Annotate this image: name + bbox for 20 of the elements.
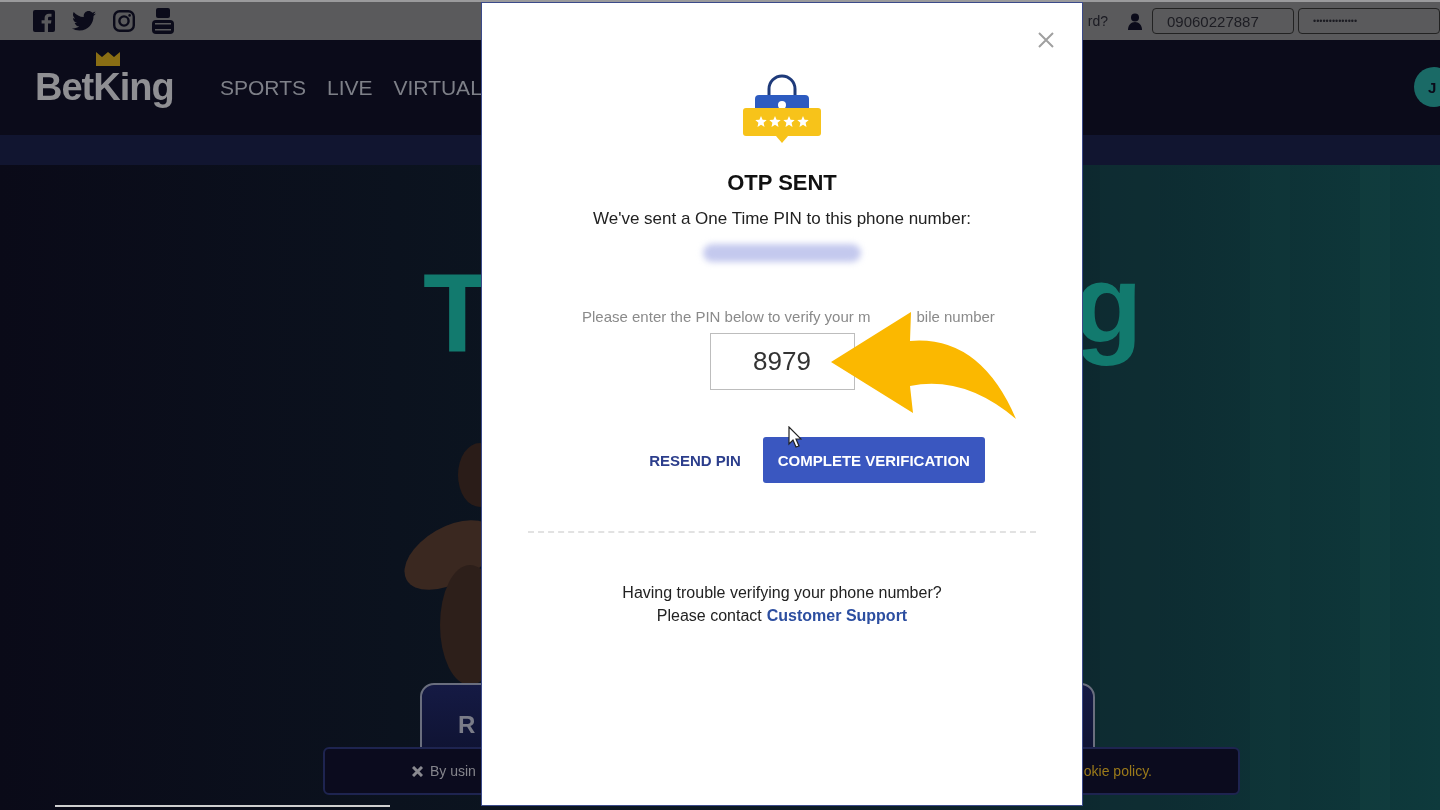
logo[interactable]: BetKing <box>35 66 174 108</box>
cookie-text: By usin <box>430 763 476 779</box>
cookie-policy-link[interactable]: okie policy. <box>1083 763 1152 779</box>
hero-heading: g <box>1074 241 1143 369</box>
nav-link[interactable]: LIVE <box>326 75 373 100</box>
instruction-text: bile number <box>916 308 995 326</box>
resend-pin-button[interactable]: RESEND PIN <box>649 447 741 473</box>
dialog-title: OTP SENT <box>727 171 837 195</box>
help-text: Please contact <box>656 606 762 626</box>
nav-link[interactable]: SPORTS <box>220 75 306 100</box>
forgot-password-link[interactable]: rd? <box>1087 13 1108 29</box>
nav-link[interactable]: VIRTUAL <box>393 75 482 100</box>
customer-support-link[interactable]: Customer Support <box>766 604 908 627</box>
phone-field[interactable]: 09060227887 <box>1152 8 1294 34</box>
instruction-text: Please enter the PIN below to verify your m <box>582 308 871 326</box>
complete-verification-button[interactable]: COMPLETE VERIFICATION <box>762 437 985 483</box>
pin-field[interactable]: 8979 <box>709 333 855 390</box>
account-button[interactable]: J <box>1414 67 1440 107</box>
help-text: Having trouble verifying your phone number? <box>622 583 942 603</box>
dialog-message: We've sent a One Time PIN to this phone number: <box>592 209 972 229</box>
